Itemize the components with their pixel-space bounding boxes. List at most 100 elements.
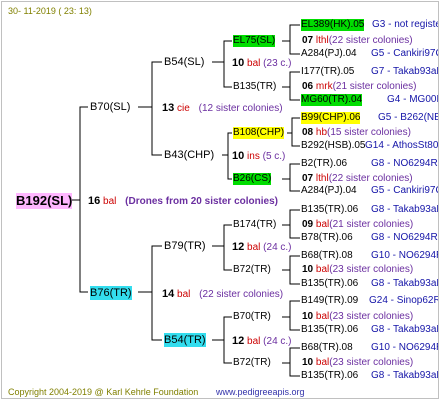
- gen4-info-1: G3 - not registe: [372, 19, 439, 30]
- gen3-b2-count: 07: [302, 173, 314, 184]
- root-mating-info: 16 bal (Drones from 20 sister colonies): [88, 195, 278, 207]
- gen2-c-mating-info: 12 bal (24 c.): [232, 241, 292, 253]
- gen2-c-count: 12: [232, 241, 245, 253]
- gen4-info-4: G4 - MG00R: [387, 94, 439, 105]
- gen3-d2-queen[interactable]: B72(TR): [233, 357, 271, 369]
- gen2-c-queen[interactable]: B79(TR): [164, 239, 206, 253]
- gen4-info-2: G5 - Cankiri97Q: [371, 48, 439, 59]
- gen4-queen-10[interactable]: B78(TR).06: [301, 232, 353, 244]
- gen3-d1-queen[interactable]: B70(TR): [233, 311, 271, 323]
- gen2-d-count: 12: [232, 335, 245, 347]
- gen4-queen-6[interactable]: B292(HSB).05: [301, 140, 365, 152]
- gen4-info-11: G10 - NO6294R: [371, 250, 439, 261]
- gen3-c1-note: (21 sister colonies): [329, 219, 414, 230]
- gen2-a-note: (23 c.): [263, 58, 292, 69]
- gen1-top-queen[interactable]: B70(SL): [90, 100, 130, 114]
- gen2-d-note: (24 c.): [263, 336, 292, 347]
- gen4-queen-16[interactable]: B135(TR).06: [301, 370, 358, 382]
- report-date: 30- 11-2019 ( 23: 13): [8, 6, 92, 16]
- gen3-a2-queen[interactable]: B135(TR): [233, 81, 276, 93]
- gen3-a1-count: 07: [302, 35, 314, 46]
- gen2-a-queen[interactable]: B54(SL): [164, 55, 204, 69]
- gen3-d2-note: (23 sister colonies): [329, 357, 414, 368]
- gen3-c2-note: (23 sister colonies): [329, 264, 414, 275]
- gen4-queen-7[interactable]: B2(TR).06: [301, 158, 347, 170]
- root-queen[interactable]: B192(SL): [16, 193, 73, 209]
- gen3-b2-queen[interactable]: B26(CS): [233, 173, 272, 185]
- gen2-b-note: (5 c.): [262, 151, 286, 162]
- gen4-queen-4[interactable]: MG60(TR).04: [301, 94, 363, 106]
- gen1-top-suffix: cie: [177, 103, 190, 114]
- gen4-queen-2[interactable]: A284(PJ).04: [301, 48, 357, 60]
- gen3-c2-queen[interactable]: B72(TR): [233, 264, 271, 276]
- gen4-info-8: G5 - Cankiri97Q: [371, 185, 439, 196]
- gen2-d-suffix: bal: [247, 336, 261, 347]
- gen4-queen-14[interactable]: B135(TR).06: [301, 324, 358, 336]
- gen1-bottom-note: (22 sister colonies): [199, 289, 284, 300]
- gen3-a2-mating-info: 06 mrk(21 sister colonies): [302, 81, 417, 93]
- root-suffix: bal: [103, 196, 117, 207]
- gen3-c1-count: 09: [302, 219, 314, 230]
- gen3-d1-note: (23 sister colonies): [329, 311, 414, 322]
- gen3-b1-queen[interactable]: B108(CHP): [233, 127, 285, 139]
- gen4-queen-12[interactable]: B135(TR).06: [301, 278, 358, 290]
- gen1-top-count: 13: [162, 102, 175, 114]
- root-count: 16: [88, 195, 101, 207]
- gen3-b1-note: (15 sister colonies): [327, 127, 411, 138]
- gen3-d2-suffix: bal: [315, 357, 330, 368]
- gen1-bottom-suffix: bal: [177, 289, 191, 300]
- gen3-c2-suffix: bal: [315, 264, 330, 275]
- gen4-queen-15[interactable]: B68(TR).08: [301, 342, 353, 354]
- gen2-a-mating-info: 10 bal (23 c.): [232, 57, 292, 69]
- gen2-c-suffix: bal: [247, 242, 261, 253]
- gen4-info-5: G5 - B262(NE): [378, 112, 439, 123]
- gen4-info-7: G8 - NO6294R: [371, 158, 438, 169]
- footer-copyright: Copyright 2004-2019 @ Karl Kehrle Founda…: [8, 387, 199, 397]
- gen2-a-suffix: bal: [247, 58, 261, 69]
- gen2-d-queen[interactable]: B54(TR): [164, 333, 206, 347]
- gen3-b1-count: 08: [302, 127, 314, 138]
- gen3-b1-suffix: hb: [315, 127, 328, 138]
- gen2-b-queen[interactable]: B43(CHP): [164, 148, 214, 162]
- gen3-a2-count: 06: [302, 81, 314, 92]
- gen4-queen-1[interactable]: EL389(HK).05: [301, 19, 365, 31]
- gen3-c1-mating-info: 09 bal(21 sister colonies): [302, 219, 413, 231]
- gen3-b2-mating-info: 07 lthl(22 sister colonies): [302, 173, 413, 185]
- gen1-bottom-queen[interactable]: B76(TR): [90, 286, 132, 300]
- gen3-d1-count: 10: [302, 311, 314, 322]
- gen3-a1-note: (22 sister colonies): [328, 35, 413, 46]
- gen3-d2-count: 10: [302, 357, 314, 368]
- gen1-bottom-count: 14: [162, 288, 175, 300]
- gen4-queen-3[interactable]: I177(TR).05: [301, 66, 354, 78]
- gen4-info-14: G8 - Takab93aR: [371, 324, 439, 335]
- gen2-c-note: (24 c.): [263, 242, 292, 253]
- gen2-b-count: 10: [232, 150, 245, 162]
- gen4-queen-9[interactable]: B135(TR).06: [301, 204, 358, 216]
- footer-site-link[interactable]: www.pedigreeapis.org: [216, 386, 305, 398]
- gen3-c1-suffix: bal: [315, 219, 330, 230]
- gen4-info-16: G8 - Takab93aR: [371, 370, 439, 381]
- gen3-a2-note: (21 sister colonies): [332, 81, 417, 92]
- gen4-queen-11[interactable]: B68(TR).08: [301, 250, 353, 262]
- gen3-a1-suffix: lthl: [315, 35, 329, 46]
- gen1-top-note: (12 sister colonies): [198, 103, 283, 114]
- gen3-b2-suffix: lthl: [315, 173, 329, 184]
- pedigree-diagram: 30- 11-2019 ( 23: 13) B192(SL) 16 bal (D…: [1, 1, 439, 399]
- gen2-a-count: 10: [232, 57, 245, 69]
- gen3-b1-mating-info: 08 hb(15 sister colonies): [302, 127, 411, 139]
- gen4-info-12: G8 - Takab93aR: [371, 278, 439, 289]
- gen4-queen-8[interactable]: A284(PJ).04: [301, 185, 357, 197]
- gen3-a1-queen[interactable]: EL75(SL): [233, 35, 276, 47]
- gen1-top-mating-info: 13 cie (12 sister colonies): [162, 102, 283, 114]
- gen4-queen-13[interactable]: B149(TR).09: [301, 295, 358, 307]
- root-drones-note: (Drones from 20 sister colonies): [125, 196, 278, 207]
- gen4-info-15: G10 - NO6294R: [371, 342, 439, 353]
- gen4-queen-5[interactable]: B99(CHP).06: [301, 112, 361, 124]
- gen4-info-6: G14 - AthosSt80R: [365, 140, 439, 151]
- gen4-info-3: G7 - Takab93aR: [371, 66, 439, 77]
- gen3-c2-mating-info: 10 bal(23 sister colonies): [302, 264, 413, 276]
- gen1-bottom-mating-info: 14 bal (22 sister colonies): [162, 288, 283, 300]
- gen3-c1-queen[interactable]: B174(TR): [233, 219, 276, 231]
- gen3-a2-suffix: mrk: [315, 81, 333, 92]
- gen4-info-13: G24 - Sinop62R: [369, 295, 439, 306]
